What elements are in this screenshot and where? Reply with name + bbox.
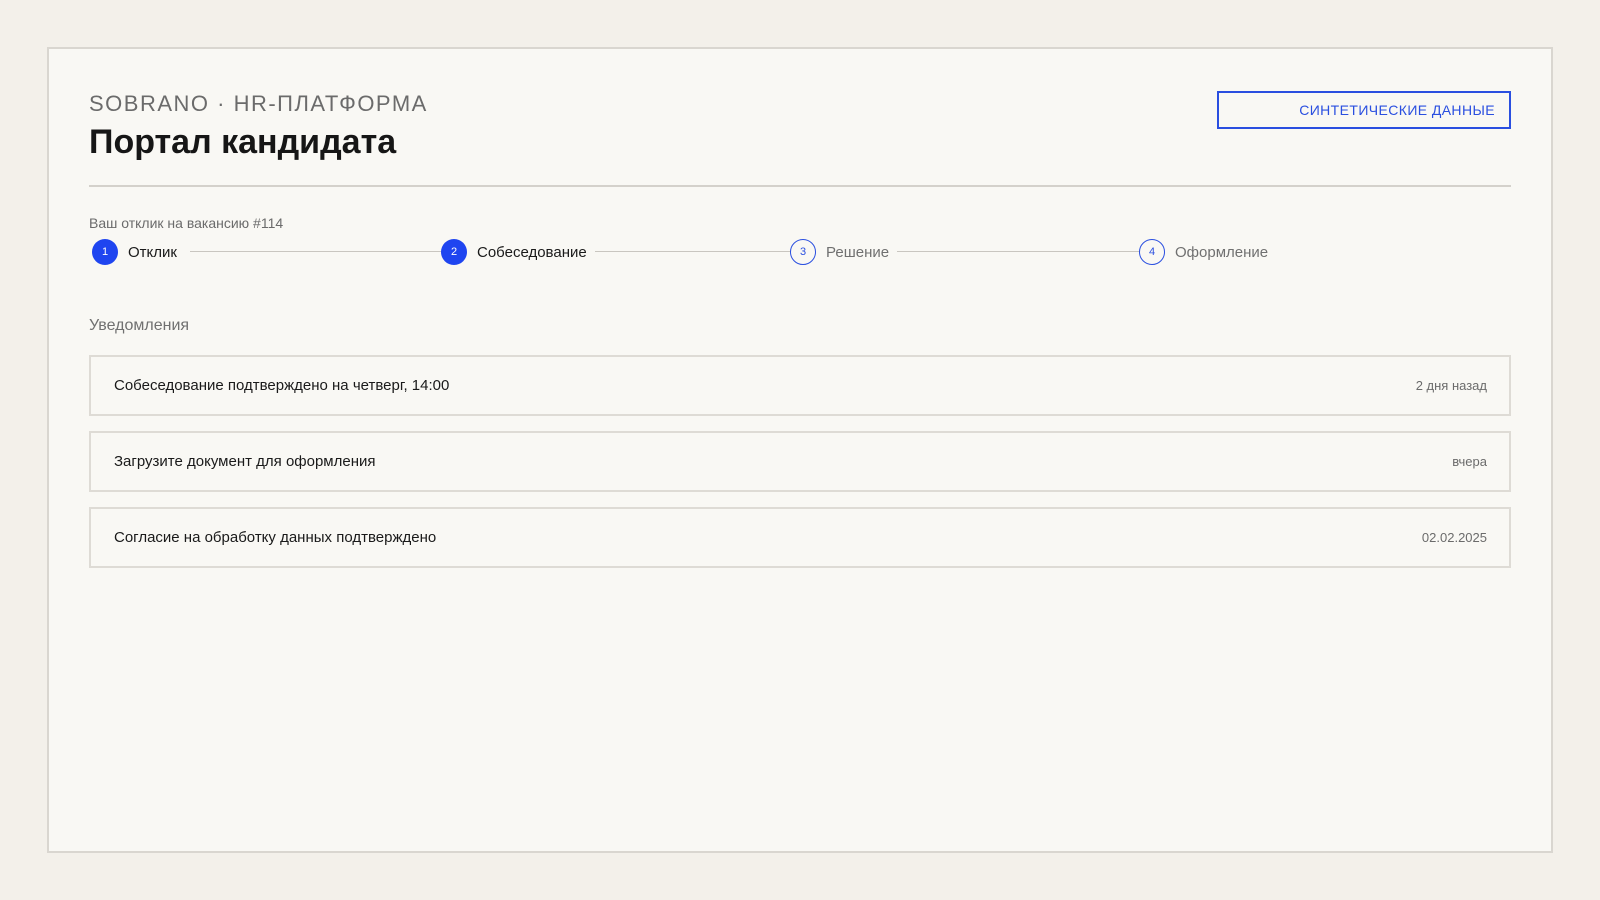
notification-time: 2 дня назад: [1415, 378, 1487, 393]
progress-caption: Ваш отклик на вакансию #114: [89, 215, 284, 231]
step-application: 1 Отклик: [92, 239, 177, 265]
step-label: Собеседование: [477, 243, 587, 261]
notification-time: 02.02.2025: [1421, 530, 1487, 545]
notification-text: Загрузите документ для оформления: [114, 453, 376, 470]
step-connector: [897, 251, 1141, 252]
application-progress: Ваш отклик на вакансию #114 1 Отклик 2 С…: [89, 215, 1511, 275]
notification-text: Собеседование подтверждено на четверг, 1…: [114, 377, 450, 394]
progress-stepper: 1 Отклик 2 Собеседование 3 Решение 4 Офо…: [92, 239, 1512, 265]
brand-name: SOBRANO · HR-ПЛАТФОРМА: [89, 91, 428, 116]
page-title: Портал кандидата: [89, 123, 397, 161]
step-number: 2: [441, 239, 467, 265]
step-label: Отклик: [128, 243, 177, 261]
notification-item[interactable]: Собеседование подтверждено на четверг, 1…: [89, 355, 1511, 416]
step-interview: 2 Собеседование: [441, 239, 587, 265]
step-number: 3: [790, 239, 816, 265]
step-label: Решение: [826, 243, 890, 261]
step-connector: [190, 251, 442, 252]
notification-time: вчера: [1452, 454, 1487, 469]
page-header: SOBRANO · HR-ПЛАТФОРМА Портал кандидата …: [89, 91, 1511, 187]
step-connector: [595, 251, 791, 252]
notification-item[interactable]: Загрузите документ для оформления вчера: [89, 431, 1511, 492]
portal-frame: SOBRANO · HR-ПЛАТФОРМА Портал кандидата …: [47, 47, 1553, 853]
notification-item[interactable]: Согласие на обработку данных подтвержден…: [89, 507, 1511, 568]
step-number: 1: [92, 239, 118, 265]
notifications-heading: Уведомления: [89, 317, 190, 334]
step-number: 4: [1139, 239, 1165, 265]
step-onboarding: 4 Оформление: [1139, 239, 1268, 265]
synthetic-data-badge: СИНТЕТИЧЕСКИЕ ДАННЫЕ: [1217, 91, 1511, 129]
notification-text: Согласие на обработку данных подтвержден…: [114, 529, 437, 546]
step-decision: 3 Решение: [790, 239, 889, 265]
notifications-list: Собеседование подтверждено на четверг, 1…: [89, 355, 1511, 583]
step-label: Оформление: [1175, 243, 1269, 261]
